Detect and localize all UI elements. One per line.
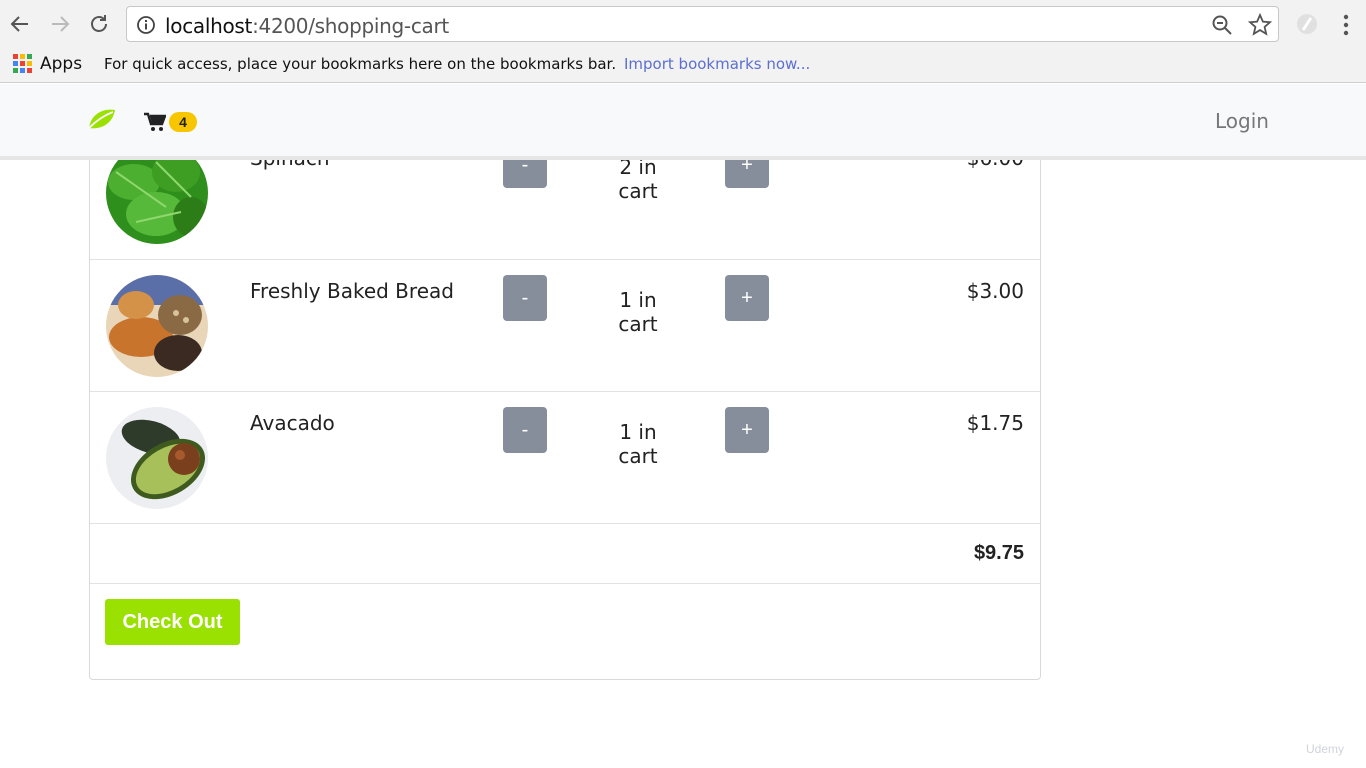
increase-quantity-button[interactable]: + [725,275,769,321]
cart-total: $9.75 [973,542,1024,564]
app-navbar: 4 Login [0,84,1366,160]
cart-row: Freshly Baked Bread - 1 in cart + $3.00 [90,259,1040,391]
checkout-row: Check Out [90,583,1040,679]
login-link[interactable]: Login [1215,109,1269,133]
check-out-button[interactable]: Check Out [105,599,240,645]
item-title: Freshly Baked Bread [250,279,454,303]
shopping-cart-icon[interactable] [144,112,167,137]
leaf-logo-icon[interactable] [87,106,117,137]
item-quantity: 1 in cart [618,420,658,468]
item-quantity: 2 in cart [618,155,658,203]
cart-count-badge: 4 [169,112,197,132]
item-quantity: 1 in cart [618,288,658,336]
star-icon[interactable] [1247,12,1273,42]
url-path: :4200/shopping-cart [252,14,449,38]
zoom-icon[interactable] [1211,14,1233,41]
info-icon[interactable] [136,15,156,40]
reload-icon[interactable] [87,12,111,36]
url-host: localhost [165,14,253,38]
item-price: $3.00 [966,279,1024,303]
decrease-quantity-button[interactable]: - [503,407,547,453]
decrease-quantity-button[interactable]: - [503,275,547,321]
bookmarks-bar: Apps For quick access, place your bookma… [0,48,1366,83]
cart-card: Spinach - 2 in cart + $6.00 Freshly Bake… [89,90,1041,680]
udemy-watermark: Udemy [1306,742,1345,756]
menu-kebab-icon[interactable] [1337,14,1355,41]
address-bar[interactable]: localhost:4200/shopping-cart [126,6,1279,42]
cart-row: Avacado - 1 in cart + $1.75 [90,391,1040,523]
browser-toolbar: localhost:4200/shopping-cart [0,0,1366,48]
forward-icon[interactable] [48,12,72,36]
item-price: $1.75 [966,411,1024,435]
product-image [106,275,208,377]
extension-icon[interactable] [1294,12,1320,41]
apps-grid-icon[interactable] [13,54,33,79]
item-title: Avacado [250,411,335,435]
increase-quantity-button[interactable]: + [725,407,769,453]
import-bookmarks-link[interactable]: Import bookmarks now... [624,55,810,73]
bookmarks-hint: For quick access, place your bookmarks h… [104,55,617,73]
url-text[interactable]: localhost:4200/shopping-cart [165,14,449,38]
bookmarks-apps-link[interactable]: Apps [40,54,82,74]
product-image [106,407,208,509]
back-icon[interactable] [8,12,32,36]
total-row: $9.75 [90,523,1040,583]
